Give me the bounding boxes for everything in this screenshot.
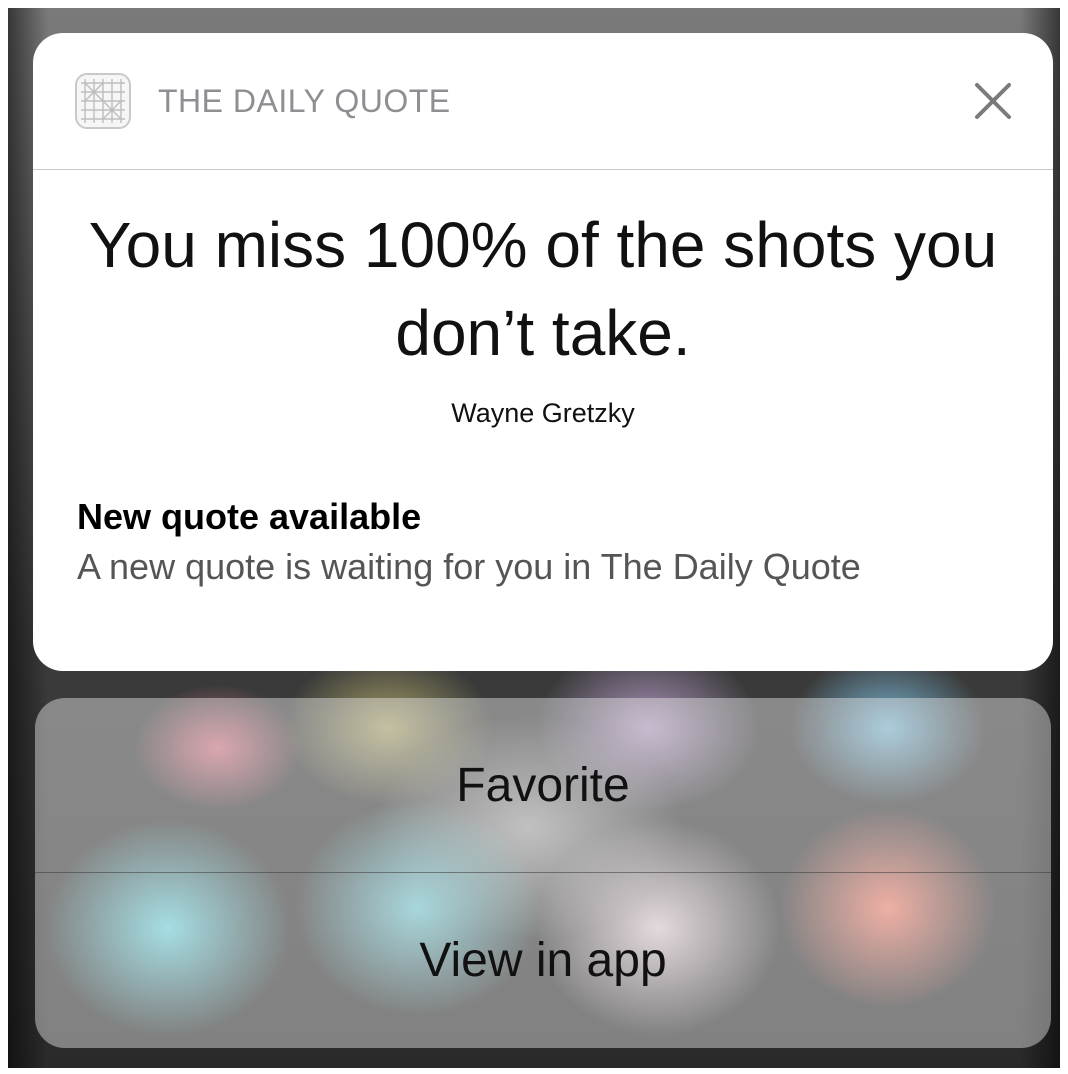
- action-sheet: Favorite View in app: [35, 698, 1051, 1048]
- screen: THE DAILY QUOTE You miss 100% of the sho…: [8, 8, 1060, 1068]
- favorite-button[interactable]: Favorite: [35, 698, 1051, 873]
- view-in-app-button[interactable]: View in app: [35, 873, 1051, 1048]
- app-name: THE DAILY QUOTE: [158, 83, 451, 119]
- notification-title: New quote available: [77, 496, 422, 537]
- notification-header: THE DAILY QUOTE: [33, 33, 1053, 170]
- quote-line: You miss 100% of the shots you don’t tak…: [88, 209, 998, 369]
- close-icon[interactable]: [967, 75, 1019, 127]
- notification-card[interactable]: THE DAILY QUOTE You miss 100% of the sho…: [33, 33, 1053, 671]
- quote-author: Wayne Gretzky: [451, 398, 635, 428]
- grid-app-icon: [75, 73, 131, 129]
- quote-text: You miss 100% of the shots you don’t tak…: [33, 201, 1053, 377]
- notification-body: A new quote is waiting for you in The Da…: [77, 546, 861, 587]
